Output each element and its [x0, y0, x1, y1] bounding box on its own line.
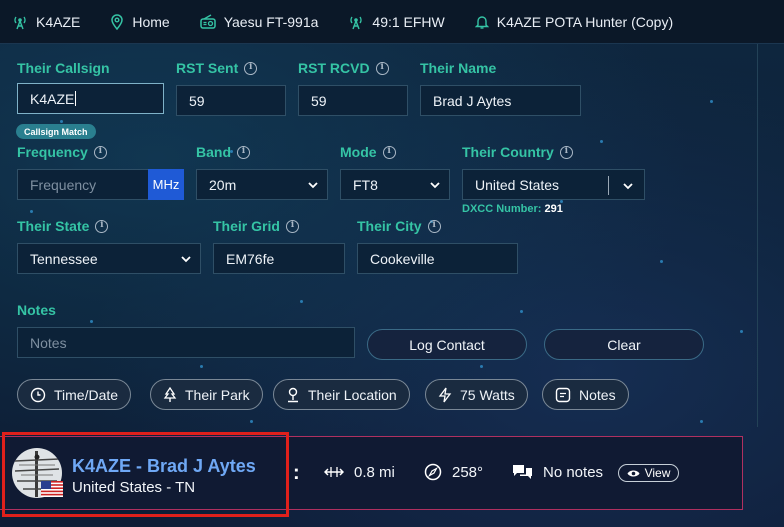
station-antenna-label: 49:1 EFHW [372, 13, 445, 30]
separator-colon: : [293, 462, 300, 484]
compass-icon [424, 463, 442, 481]
notes-stat: No notes [512, 463, 603, 481]
map-pin-icon [111, 13, 124, 30]
station-radio[interactable]: Yaesu FT-991a [199, 13, 319, 30]
station-location-label: Home [132, 13, 170, 30]
active-log[interactable]: K4AZE POTA Hunter (Copy) [474, 13, 674, 30]
eye-icon [627, 470, 640, 476]
distance-stat: 0.8 mi [324, 463, 395, 481]
active-log-label: K4AZE POTA Hunter (Copy) [496, 13, 674, 30]
bell-icon [474, 15, 489, 29]
station-callsign[interactable]: K4AZE [12, 14, 80, 30]
station-radio-label: Yaesu FT-991a [223, 13, 319, 30]
contact-location: United States - TN [72, 479, 196, 496]
distance-arrows-icon [324, 467, 344, 477]
radio-icon [199, 13, 216, 29]
station-callsign-label: K4AZE [36, 13, 81, 30]
station-antenna[interactable]: 49:1 EFHW [348, 13, 445, 30]
us-flag-icon [41, 481, 63, 497]
contact-form-panel [0, 44, 758, 427]
view-notes-button[interactable]: View [618, 464, 679, 482]
top-bar: K4AZE Home Yaesu FT-991a 49:1 EFHW K4AZE… [0, 0, 784, 44]
chat-bubbles-icon [513, 465, 532, 479]
contact-title: K4AZE - Brad J Aytes [72, 456, 256, 476]
bearing-stat: 258° [424, 463, 483, 481]
broadcast-icon [14, 16, 26, 29]
station-location[interactable]: Home [110, 13, 170, 30]
antenna-icon [350, 16, 363, 29]
